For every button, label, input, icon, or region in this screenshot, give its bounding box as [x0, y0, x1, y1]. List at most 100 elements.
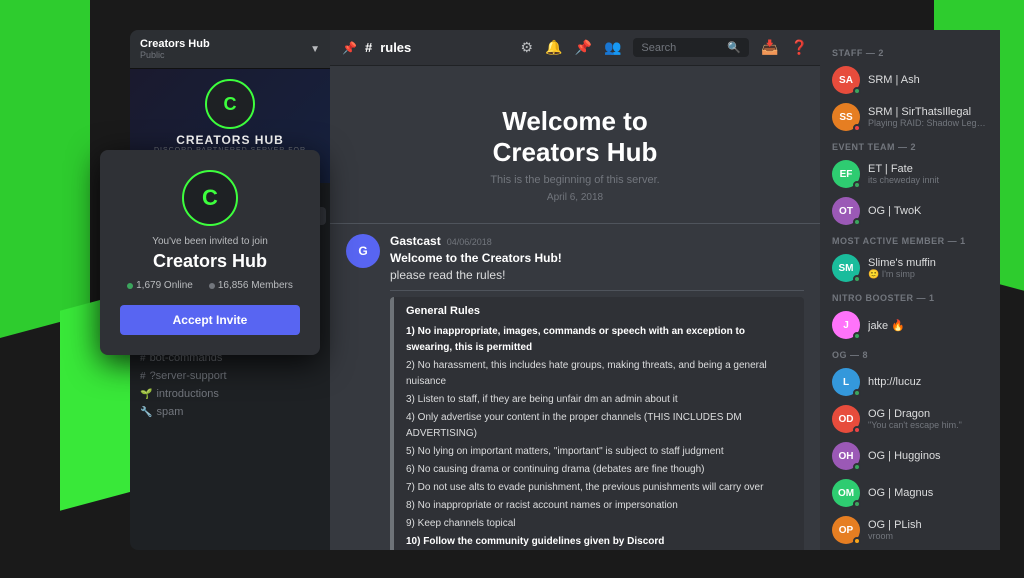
online-count: 1,679 Online — [136, 280, 193, 291]
active-section-label: MOST ACTIVE MEMBER — 1 — [828, 230, 992, 250]
member-sirthatsillegal[interactable]: SS SRM | SirThatsIllegal Playing RAID: S… — [828, 99, 992, 135]
message-sub-text: please read the rules! — [390, 267, 804, 284]
pin-icon: 📌 — [342, 41, 357, 55]
accept-invite-button[interactable]: Accept Invite — [120, 305, 300, 335]
member-count: 16,856 Members — [218, 280, 293, 291]
message-header: Gastcast 04/06/2018 — [390, 234, 804, 248]
invite-title: Creators Hub — [120, 251, 300, 272]
member-plish[interactable]: OP OG | PLish vroom — [828, 512, 992, 548]
inbox-icon[interactable]: 📥 — [761, 39, 778, 56]
member-sub-fate: its cheweday innit — [868, 175, 988, 185]
rule-5: 5) No lying on important matters, "impor… — [406, 443, 792, 461]
member-magnus[interactable]: OM OG | Magnus — [828, 475, 992, 511]
stat-members: 16,856 Members — [209, 280, 293, 291]
member-name-magnus: OG | Magnus — [868, 487, 988, 499]
member-name-ash: SRM | Ash — [868, 74, 988, 86]
member-slime[interactable]: SM Slime's muffin 🙂 I'm simp — [828, 250, 992, 286]
status-plish — [853, 537, 861, 545]
member-name-sir: SRM | SirThatsIllegal — [868, 106, 988, 118]
server-header[interactable]: Creators Hub Public ▼ — [130, 30, 330, 69]
chat-channel-label: rules — [380, 40, 411, 55]
bg-accent-left-top — [0, 0, 90, 346]
nitro-section-label: NITRO BOOSTER — 1 — [828, 287, 992, 307]
rule-2: 2) No harassment, this includes hate gro… — [406, 357, 792, 391]
banner-title: CREATORS HUB — [140, 133, 320, 147]
threads-icon[interactable]: ⚙ — [521, 39, 534, 56]
member-avatar-sir: SS — [832, 103, 860, 131]
invite-overlay: C You've been invited to join Creators H… — [100, 150, 320, 355]
server-name: Creators Hub — [140, 38, 210, 50]
offline-dot — [209, 283, 215, 289]
chat-messages: G Gastcast 04/06/2018 Welcome to the Cre… — [330, 224, 820, 550]
member-info-lucuz: http://lucuz — [868, 376, 988, 388]
channel-server-support[interactable]: # ?server-support — [134, 367, 326, 385]
server-logo: C — [205, 79, 255, 129]
member-dragon[interactable]: OD OG | Dragon "You can't escape him." — [828, 401, 992, 437]
channel-spam[interactable]: 🔧 spam — [134, 403, 326, 421]
member-info-jake: jake 🔥 — [868, 319, 988, 332]
member-fate[interactable]: EF ET | Fate its cheweday innit — [828, 156, 992, 192]
member-avatar-lucuz: L — [832, 368, 860, 396]
member-twok[interactable]: OT OG | TwoK — [828, 193, 992, 229]
status-jake — [853, 332, 861, 340]
member-avatar-plish: OP — [832, 516, 860, 544]
pin-icon-2[interactable]: 📌 — [575, 39, 592, 56]
member-skythewolf[interactable]: TS TA | Skythewolf22 — [828, 549, 992, 550]
status-twok — [853, 218, 861, 226]
general-rules-title: General Rules — [406, 305, 792, 317]
member-ash[interactable]: SA SRM | Ash — [828, 62, 992, 98]
search-box[interactable]: 🔍 — [633, 38, 749, 57]
members-icon[interactable]: 👥 — [604, 39, 621, 56]
rule-10: 10) Follow the community guidelines give… — [406, 533, 792, 550]
member-info-magnus: OG | Magnus — [868, 487, 988, 499]
member-info-slime: Slime's muffin 🙂 I'm simp — [868, 257, 988, 280]
status-lucuz — [853, 389, 861, 397]
message-bold-text: Welcome to the Creators Hub! — [390, 250, 804, 267]
member-sub-sir: Playing RAID: Shadow Legends — [868, 118, 988, 128]
chat-header: 📌 # rules ⚙ 🔔 📌 👥 🔍 📥 ❓ — [330, 30, 820, 66]
search-input[interactable] — [641, 42, 721, 54]
member-avatar-jake: J — [832, 311, 860, 339]
member-sub-dragon: "You can't escape him." — [868, 420, 988, 430]
search-icon: 🔍 — [727, 41, 741, 54]
members-panel: STAFF — 2 SA SRM | Ash SS SRM | SirThats… — [820, 30, 1000, 550]
member-sub-plish: vroom — [868, 531, 988, 541]
divider — [390, 290, 804, 291]
member-info-twok: OG | TwoK — [868, 205, 988, 217]
member-avatar-slime: SM — [832, 254, 860, 282]
welcome-subtitle: This is the beginning of this server. — [360, 174, 790, 186]
status-magnus — [853, 500, 861, 508]
mute-icon[interactable]: 🔔 — [545, 39, 562, 56]
channel-name-spam: spam — [156, 406, 183, 418]
member-info-dragon: OG | Dragon "You can't escape him." — [868, 408, 988, 430]
seedling-icon: 🌱 — [140, 389, 152, 400]
help-icon[interactable]: ❓ — [791, 39, 808, 56]
member-name-jake: jake 🔥 — [868, 319, 988, 332]
member-name-plish: OG | PLish — [868, 519, 988, 531]
member-avatar-twok: OT — [832, 197, 860, 225]
rule-4: 4) Only advertise your content in the pr… — [406, 409, 792, 443]
chat-header-icons: ⚙ 🔔 📌 👥 🔍 📥 ❓ — [521, 38, 808, 57]
staff-section-label: STAFF — 2 — [828, 42, 992, 62]
message-group-gastcast: G Gastcast 04/06/2018 Welcome to the Cre… — [346, 234, 804, 550]
invite-subtitle: You've been invited to join — [120, 236, 300, 247]
rule-6: 6) No causing drama or continuing drama … — [406, 461, 792, 479]
member-jake[interactable]: J jake 🔥 — [828, 307, 992, 343]
member-lucuz[interactable]: L http://lucuz — [828, 364, 992, 400]
chat-welcome: Welcome toCreators Hub This is the begin… — [330, 66, 820, 224]
event-section-label: EVENT TEAM — 2 — [828, 136, 992, 156]
channel-name-intro: introductions — [156, 388, 218, 400]
message-author: Gastcast — [390, 234, 441, 248]
channel-introductions[interactable]: 🌱 introductions — [134, 385, 326, 403]
message-time: 04/06/2018 — [447, 237, 492, 247]
status-dragon — [853, 426, 861, 434]
member-hugginos[interactable]: OH OG | Hugginos — [828, 438, 992, 474]
status-sir — [853, 124, 861, 132]
member-name-hugginos: OG | Hugginos — [868, 450, 988, 462]
member-name-fate: ET | Fate — [868, 163, 988, 175]
member-info-fate: ET | Fate its cheweday innit — [868, 163, 988, 185]
chat-channel-name: # — [365, 40, 372, 55]
member-sub-slime: 🙂 I'm simp — [868, 269, 988, 280]
member-info-sir: SRM | SirThatsIllegal Playing RAID: Shad… — [868, 106, 988, 128]
rule-8: 8) No inappropriate or racist account na… — [406, 497, 792, 515]
